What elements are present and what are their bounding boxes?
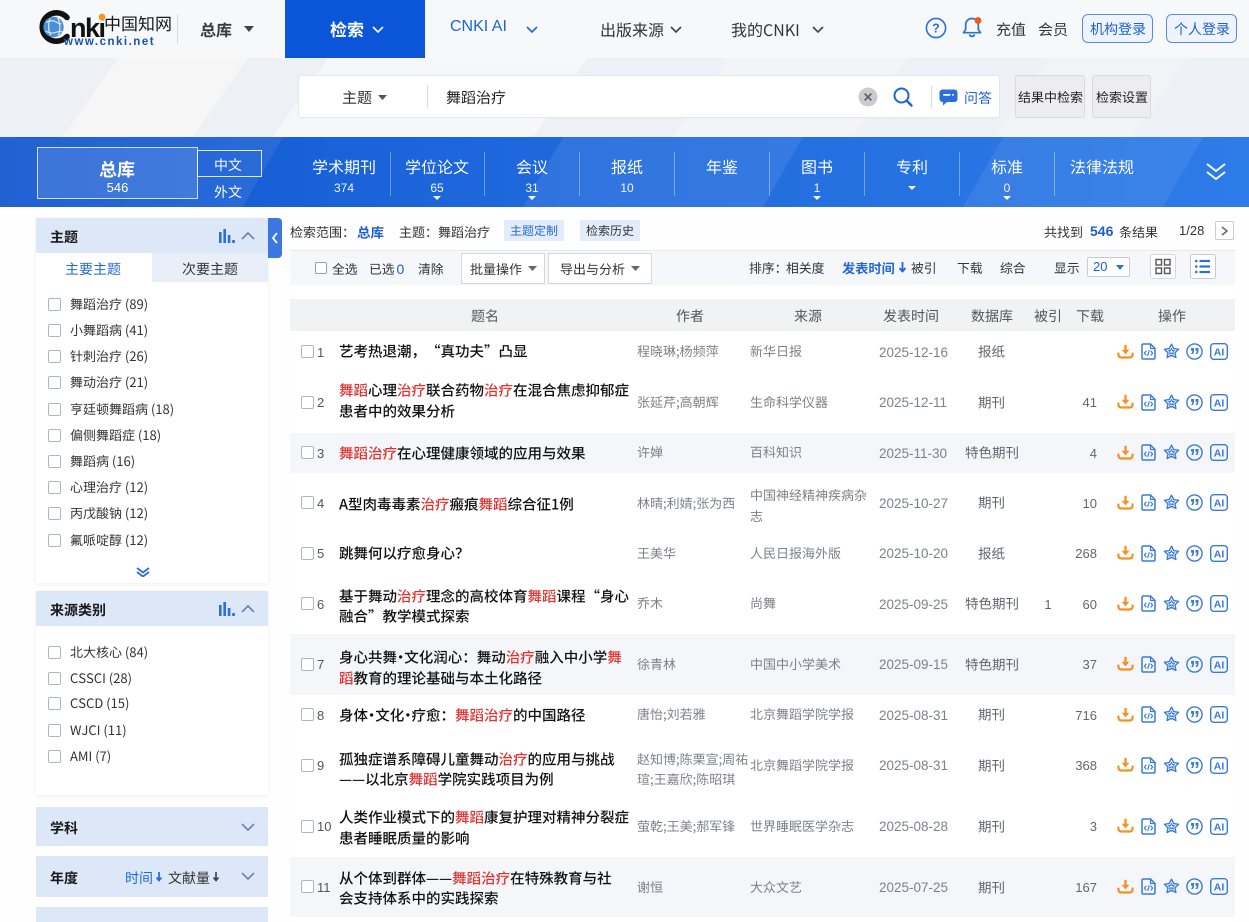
- svg-text:AI: AI: [1214, 760, 1225, 772]
- svg-text:”: ”: [1189, 657, 1200, 673]
- svg-text:”: ”: [1189, 345, 1200, 361]
- svg-text:”: ”: [1189, 496, 1200, 512]
- svg-text:AI: AI: [1214, 397, 1225, 409]
- svg-text:AI: AI: [1214, 448, 1225, 460]
- svg-text:AI: AI: [1214, 498, 1225, 510]
- svg-text:AI: AI: [1214, 659, 1225, 671]
- svg-text:”: ”: [1189, 708, 1200, 724]
- svg-text:”: ”: [1189, 597, 1200, 613]
- svg-text:AI: AI: [1214, 821, 1225, 833]
- svg-text:?: ?: [932, 22, 940, 36]
- svg-text:”: ”: [1189, 758, 1200, 774]
- svg-text:”: ”: [1189, 546, 1200, 562]
- svg-text:”: ”: [1189, 446, 1200, 462]
- svg-text:AI: AI: [1214, 347, 1225, 359]
- svg-text:”: ”: [1189, 819, 1200, 835]
- svg-text:AI: AI: [1214, 599, 1225, 611]
- svg-text:AI: AI: [1214, 710, 1225, 722]
- svg-text:”: ”: [1189, 395, 1200, 411]
- svg-text:”: ”: [1189, 880, 1200, 896]
- svg-text:AI: AI: [1214, 548, 1225, 560]
- svg-text:AI: AI: [1214, 882, 1225, 894]
